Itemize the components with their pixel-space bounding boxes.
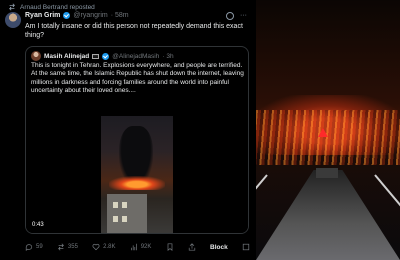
verified-icon bbox=[63, 12, 71, 19]
avatar[interactable] bbox=[5, 12, 21, 28]
fire-glow bbox=[109, 176, 165, 190]
author-name[interactable]: Ryan Grim bbox=[25, 12, 60, 19]
window bbox=[122, 216, 127, 222]
quote-text-line-2: At the same time, the Islamic Republic h… bbox=[31, 70, 244, 94]
tweet-header: Ryan Grim @ryangrim · 58m bbox=[25, 12, 129, 19]
repost-icon bbox=[57, 243, 64, 251]
window bbox=[113, 202, 118, 208]
bookmark-button[interactable] bbox=[166, 243, 174, 251]
grok-icon[interactable] bbox=[226, 12, 234, 20]
quote-author-name: Masih Alinejad bbox=[44, 52, 90, 60]
view-count: 92K bbox=[140, 244, 152, 250]
highway bbox=[256, 170, 400, 260]
fire-highway-photo bbox=[256, 0, 400, 260]
window bbox=[122, 202, 127, 208]
truck bbox=[316, 168, 338, 178]
repost-button[interactable]: 355 bbox=[57, 243, 78, 251]
lane-line-left bbox=[256, 174, 268, 237]
reply-count: 59 bbox=[36, 244, 43, 250]
share-icon bbox=[188, 243, 195, 251]
like-count: 2.8K bbox=[103, 244, 116, 250]
views-icon bbox=[130, 243, 137, 251]
share-button[interactable] bbox=[188, 243, 196, 251]
square-icon bbox=[242, 243, 250, 251]
heart-icon bbox=[92, 243, 100, 251]
author-handle[interactable]: @ryangrim bbox=[73, 12, 107, 19]
overflow-button[interactable] bbox=[242, 243, 250, 251]
repost-icon bbox=[9, 3, 15, 11]
video-thumbnail[interactable] bbox=[101, 116, 173, 233]
repost-text[interactable]: Arnaud Bertrand reposted bbox=[20, 4, 95, 11]
flames bbox=[256, 110, 400, 165]
verified-icon bbox=[102, 52, 110, 60]
repost-count: 355 bbox=[67, 244, 78, 250]
building bbox=[107, 194, 147, 233]
flag-icon bbox=[92, 53, 100, 59]
block-button[interactable]: Block bbox=[210, 244, 228, 251]
reply-icon bbox=[25, 244, 33, 251]
action-bar: 59 355 2.8K 92K Block bbox=[25, 243, 250, 251]
like-button[interactable]: 2.8K bbox=[92, 243, 115, 251]
quote-avatar bbox=[31, 51, 41, 61]
quote-author-handle: @AlinejadMasih bbox=[112, 52, 160, 60]
quote-time: · 3h bbox=[162, 52, 174, 60]
tweet-text: Am I totally insane or did this person n… bbox=[25, 23, 243, 39]
video-player[interactable]: 0:43 bbox=[26, 108, 248, 233]
more-options-icon[interactable]: ··· bbox=[240, 12, 247, 20]
tweet-header-icons: ··· bbox=[226, 12, 247, 20]
tweet-time[interactable]: · 58m bbox=[111, 12, 129, 19]
reply-button[interactable]: 59 bbox=[25, 243, 43, 251]
quoted-tweet[interactable]: Masih Alinejad @AlinejadMasih · 3h This … bbox=[25, 46, 249, 234]
views-button[interactable]: 92K bbox=[130, 243, 152, 251]
quote-text-line-1: This is tonight in Tehran. Explosions ev… bbox=[31, 62, 243, 69]
video-duration: 0:43 bbox=[32, 222, 44, 228]
quote-header: Masih Alinejad @AlinejadMasih · 3h bbox=[31, 51, 174, 61]
bookmark-icon bbox=[167, 243, 172, 251]
repost-indicator: Arnaud Bertrand reposted bbox=[8, 3, 95, 11]
quote-text: This is tonight in Tehran. Explosions ev… bbox=[31, 62, 245, 95]
window bbox=[113, 216, 118, 222]
tweet-panel: Arnaud Bertrand reposted Ryan Grim @ryan… bbox=[0, 0, 256, 260]
